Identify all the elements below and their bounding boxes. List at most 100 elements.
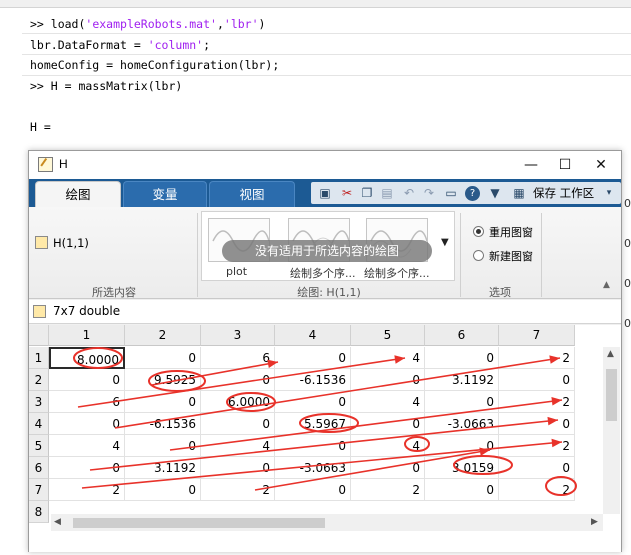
column-header[interactable]: 1 xyxy=(49,325,125,346)
cut-icon[interactable]: ✂ xyxy=(339,185,355,201)
table-cell[interactable]: 2 xyxy=(49,479,125,501)
copy-icon[interactable]: ❐ xyxy=(359,185,375,201)
table-cell[interactable]: 0 xyxy=(351,369,425,391)
table-cell[interactable]: 0 xyxy=(425,435,499,457)
scroll-right-icon[interactable]: ▶ xyxy=(591,517,598,527)
row-header[interactable]: 1 xyxy=(29,347,49,369)
chevron-down-icon[interactable]: ▾ xyxy=(601,185,617,201)
column-header[interactable]: 4 xyxy=(275,325,351,346)
minimize-button[interactable]: — xyxy=(519,155,543,175)
command-line-5 xyxy=(30,96,279,117)
table-cell[interactable]: 0 xyxy=(201,369,275,391)
table-cell[interactable]: 0 xyxy=(275,347,351,369)
window-switch-icon[interactable]: ▭ xyxy=(443,185,459,201)
table-cell[interactable]: 0 xyxy=(499,413,575,435)
table-cell[interactable]: 0 xyxy=(351,413,425,435)
column-header[interactable]: 2 xyxy=(125,325,201,346)
table-cell[interactable]: 6.0000 xyxy=(201,391,275,413)
table-cell[interactable]: 0 xyxy=(125,347,201,369)
vertical-scrollbar[interactable]: ▲ xyxy=(603,347,620,514)
table-cell[interactable]: 0 xyxy=(499,369,575,391)
table-cell[interactable]: 2 xyxy=(351,479,425,501)
table-cell[interactable]: 0 xyxy=(125,479,201,501)
table-cell[interactable]: 4 xyxy=(351,435,425,457)
table-cell[interactable]: 0 xyxy=(125,391,201,413)
table-cell[interactable]: 3.0159 xyxy=(425,457,499,479)
tab-plots[interactable]: 绘图 xyxy=(35,181,121,207)
help-icon[interactable]: ? xyxy=(465,186,480,201)
table-cell[interactable]: -3.0663 xyxy=(275,457,351,479)
table-cell[interactable]: -6.1536 xyxy=(275,369,351,391)
plot-gallery[interactable]: plot 绘制多个序... 绘制多个序... 没有适用于所选内容的绘图 xyxy=(201,211,455,281)
collapse-ribbon-icon[interactable]: ▲ xyxy=(603,280,615,290)
table-cell[interactable]: 0 xyxy=(201,413,275,435)
table-cell[interactable]: 0 xyxy=(49,369,125,391)
new-figure-radio[interactable] xyxy=(473,250,484,261)
undo-icon[interactable]: ↶ xyxy=(401,185,417,201)
selection-grid-icon xyxy=(35,236,48,249)
table-cell[interactable]: 4 xyxy=(49,435,125,457)
table-cell[interactable]: 0 xyxy=(125,435,201,457)
table-cell[interactable]: 0 xyxy=(275,435,351,457)
table-cell[interactable]: 3.1192 xyxy=(425,369,499,391)
reuse-figure-radio[interactable] xyxy=(473,226,484,237)
table-cell[interactable]: 0 xyxy=(49,457,125,479)
table-cell[interactable]: 0 xyxy=(499,457,575,479)
table-cell[interactable]: 0 xyxy=(351,457,425,479)
row-header[interactable]: 2 xyxy=(29,369,49,391)
row-header[interactable]: 5 xyxy=(29,435,49,457)
table-cell[interactable]: 2 xyxy=(201,479,275,501)
column-header[interactable]: 5 xyxy=(351,325,425,346)
table-cell[interactable]: 6 xyxy=(49,391,125,413)
table-cell[interactable]: 2 xyxy=(499,347,575,369)
tab-variable[interactable]: 变量 xyxy=(123,181,207,207)
tab-view[interactable]: 视图 xyxy=(209,181,295,207)
window-titlebar[interactable]: H — ☐ ✕ xyxy=(29,151,621,179)
row-header[interactable]: 8 xyxy=(29,501,49,523)
horizontal-scroll-thumb[interactable] xyxy=(73,518,325,528)
filter-icon[interactable]: ▼ xyxy=(487,185,503,201)
column-header[interactable]: 3 xyxy=(201,325,275,346)
table-cell[interactable]: -6.1536 xyxy=(125,413,201,435)
save-workspace-button[interactable]: 保存 工作区 xyxy=(533,185,594,201)
column-header[interactable]: 7 xyxy=(499,325,575,346)
table-cell[interactable]: 6 xyxy=(201,347,275,369)
table-cell[interactable]: 4 xyxy=(351,347,425,369)
horizontal-scrollbar[interactable]: ◀ ▶ xyxy=(51,514,603,531)
table-cell[interactable]: 2 xyxy=(499,391,575,413)
gallery-expand-icon[interactable]: ▼ xyxy=(441,237,449,248)
row-header[interactable]: 7 xyxy=(29,479,49,501)
row-header[interactable]: 4 xyxy=(29,413,49,435)
table-cell[interactable]: 4 xyxy=(351,391,425,413)
table-cell[interactable]: 0 xyxy=(201,457,275,479)
background-value: 0 xyxy=(624,237,631,250)
table-cell[interactable]: 0 xyxy=(275,479,351,501)
row-header[interactable]: 3 xyxy=(29,391,49,413)
section-label-plots: 绘图: H(1,1) xyxy=(297,286,361,299)
table-cell[interactable]: 3.1192 xyxy=(125,457,201,479)
table-cell[interactable]: 2 xyxy=(499,479,575,501)
column-header[interactable]: 6 xyxy=(425,325,499,346)
layout-icon[interactable]: ▦ xyxy=(511,185,527,201)
table-cell[interactable]: 8.0000 xyxy=(49,347,125,369)
table-cell[interactable]: 0 xyxy=(49,413,125,435)
table-cell[interactable]: 0 xyxy=(425,347,499,369)
table-cell[interactable]: 2 xyxy=(499,435,575,457)
table-cell[interactable]: 0 xyxy=(425,479,499,501)
scroll-up-icon[interactable]: ▲ xyxy=(607,349,614,359)
table-cell[interactable]: 4 xyxy=(201,435,275,457)
close-button[interactable]: ✕ xyxy=(589,155,613,175)
table-cell[interactable]: -3.0663 xyxy=(425,413,499,435)
line-separator xyxy=(22,33,631,34)
maximize-button[interactable]: ☐ xyxy=(553,155,577,175)
table-cell[interactable]: 0 xyxy=(425,391,499,413)
table-cell[interactable]: 0 xyxy=(275,391,351,413)
vertical-scroll-thumb[interactable] xyxy=(606,369,617,421)
row-header[interactable]: 6 xyxy=(29,457,49,479)
redo-icon[interactable]: ↷ xyxy=(421,185,437,201)
paste-icon[interactable]: ▤ xyxy=(379,185,395,201)
scroll-left-icon[interactable]: ◀ xyxy=(54,517,61,527)
save-icon[interactable]: ▣ xyxy=(317,185,333,201)
table-cell[interactable]: 5.5967 xyxy=(275,413,351,435)
table-cell[interactable]: 9.5925 xyxy=(125,369,201,391)
